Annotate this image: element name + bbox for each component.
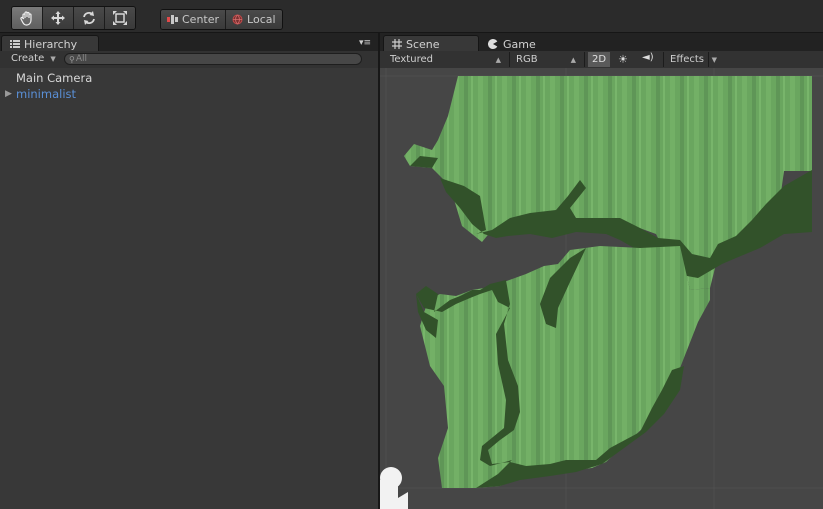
tab-hierarchy-label: Hierarchy xyxy=(24,37,78,51)
2d-toggle-button[interactable]: 2D xyxy=(588,52,610,67)
hierarchy-search-input[interactable]: ⚲ All xyxy=(64,53,362,65)
render-mode-dropdown[interactable]: Textured ▲ xyxy=(390,52,505,67)
pivot-toggle: Center Local xyxy=(160,9,283,30)
move-tool-button[interactable] xyxy=(43,7,74,29)
create-label: Create xyxy=(11,53,45,64)
color-mode-label: RGB xyxy=(516,54,538,65)
toolbar-divider xyxy=(708,52,709,67)
color-mode-dropdown[interactable]: RGB ▲ xyxy=(516,52,580,67)
hierarchy-item-label: minimalist xyxy=(16,87,77,101)
pivot-center-label: Center xyxy=(182,13,220,26)
pivot-local-button[interactable]: Local xyxy=(225,10,282,29)
chevron-down-icon: ▼ xyxy=(50,55,56,63)
effects-label: Effects xyxy=(670,54,704,65)
panel-menu-icon[interactable]: ▾≡ xyxy=(359,38,371,48)
chevron-down-icon: ▼ xyxy=(711,55,717,64)
hierarchy-toolbar: Create ▼ ⚲ All xyxy=(0,51,378,69)
toolbar-divider xyxy=(509,52,510,67)
tab-scene-label: Scene xyxy=(406,37,440,51)
search-icon: ⚲ xyxy=(69,54,75,64)
scene-tabbar: Scene Game xyxy=(380,33,823,52)
tab-hierarchy[interactable]: Hierarchy xyxy=(1,35,99,52)
2d-toggle-label: 2D xyxy=(591,54,607,65)
scene-toolbar: Textured ▲ RGB ▲ 2D ☀ ◄) Effects ▼ xyxy=(380,51,823,69)
scale-icon xyxy=(113,11,127,25)
pivot-center-icon xyxy=(167,15,178,24)
hierarchy-item-label: Main Camera xyxy=(16,71,93,85)
scale-tool-button[interactable] xyxy=(105,7,135,29)
pivot-center-button[interactable]: Center xyxy=(161,10,226,29)
hierarchy-tabbar: Hierarchy ▾≡ xyxy=(0,33,380,52)
toolbar-divider xyxy=(663,52,664,67)
transform-tools xyxy=(11,6,136,30)
hierarchy-item-minimalist[interactable]: minimalist xyxy=(16,87,76,101)
create-dropdown[interactable]: Create ▼ xyxy=(11,53,56,64)
render-mode-label: Textured xyxy=(390,54,433,65)
game-pacman-icon xyxy=(488,39,498,49)
hierarchy-list: Main Camera ▶ minimalist xyxy=(0,68,378,509)
scene-grid-icon xyxy=(392,39,402,49)
effects-dropdown[interactable]: Effects ▼ xyxy=(670,52,718,67)
lighting-sun-icon[interactable]: ☀ xyxy=(618,53,628,66)
tab-game[interactable]: Game xyxy=(488,36,536,52)
updown-arrow-icon: ▲ xyxy=(495,55,501,64)
hierarchy-list-icon xyxy=(10,40,20,48)
expand-arrow-icon[interactable]: ▶ xyxy=(5,89,12,99)
hand-tool-button[interactable] xyxy=(12,7,43,29)
tab-game-label: Game xyxy=(503,37,536,51)
rotate-tool-button[interactable] xyxy=(74,7,105,29)
hand-icon xyxy=(20,11,32,26)
hierarchy-item-main-camera[interactable]: Main Camera xyxy=(16,71,92,85)
scene-canvas[interactable] xyxy=(380,68,823,509)
updown-arrow-icon: ▲ xyxy=(570,55,576,64)
move-icon xyxy=(51,11,65,25)
pivot-local-label: Local xyxy=(247,13,276,26)
rotate-icon xyxy=(83,11,95,25)
local-globe-icon xyxy=(232,14,243,25)
tab-scene[interactable]: Scene xyxy=(383,35,479,52)
main-toolbar: Center Local xyxy=(0,0,823,33)
scene-viewport[interactable] xyxy=(380,68,823,509)
toolbar-divider xyxy=(584,52,585,67)
level-terrain-lower xyxy=(416,246,710,488)
audio-speaker-icon[interactable]: ◄) xyxy=(642,52,654,63)
search-placeholder: All xyxy=(75,54,88,64)
